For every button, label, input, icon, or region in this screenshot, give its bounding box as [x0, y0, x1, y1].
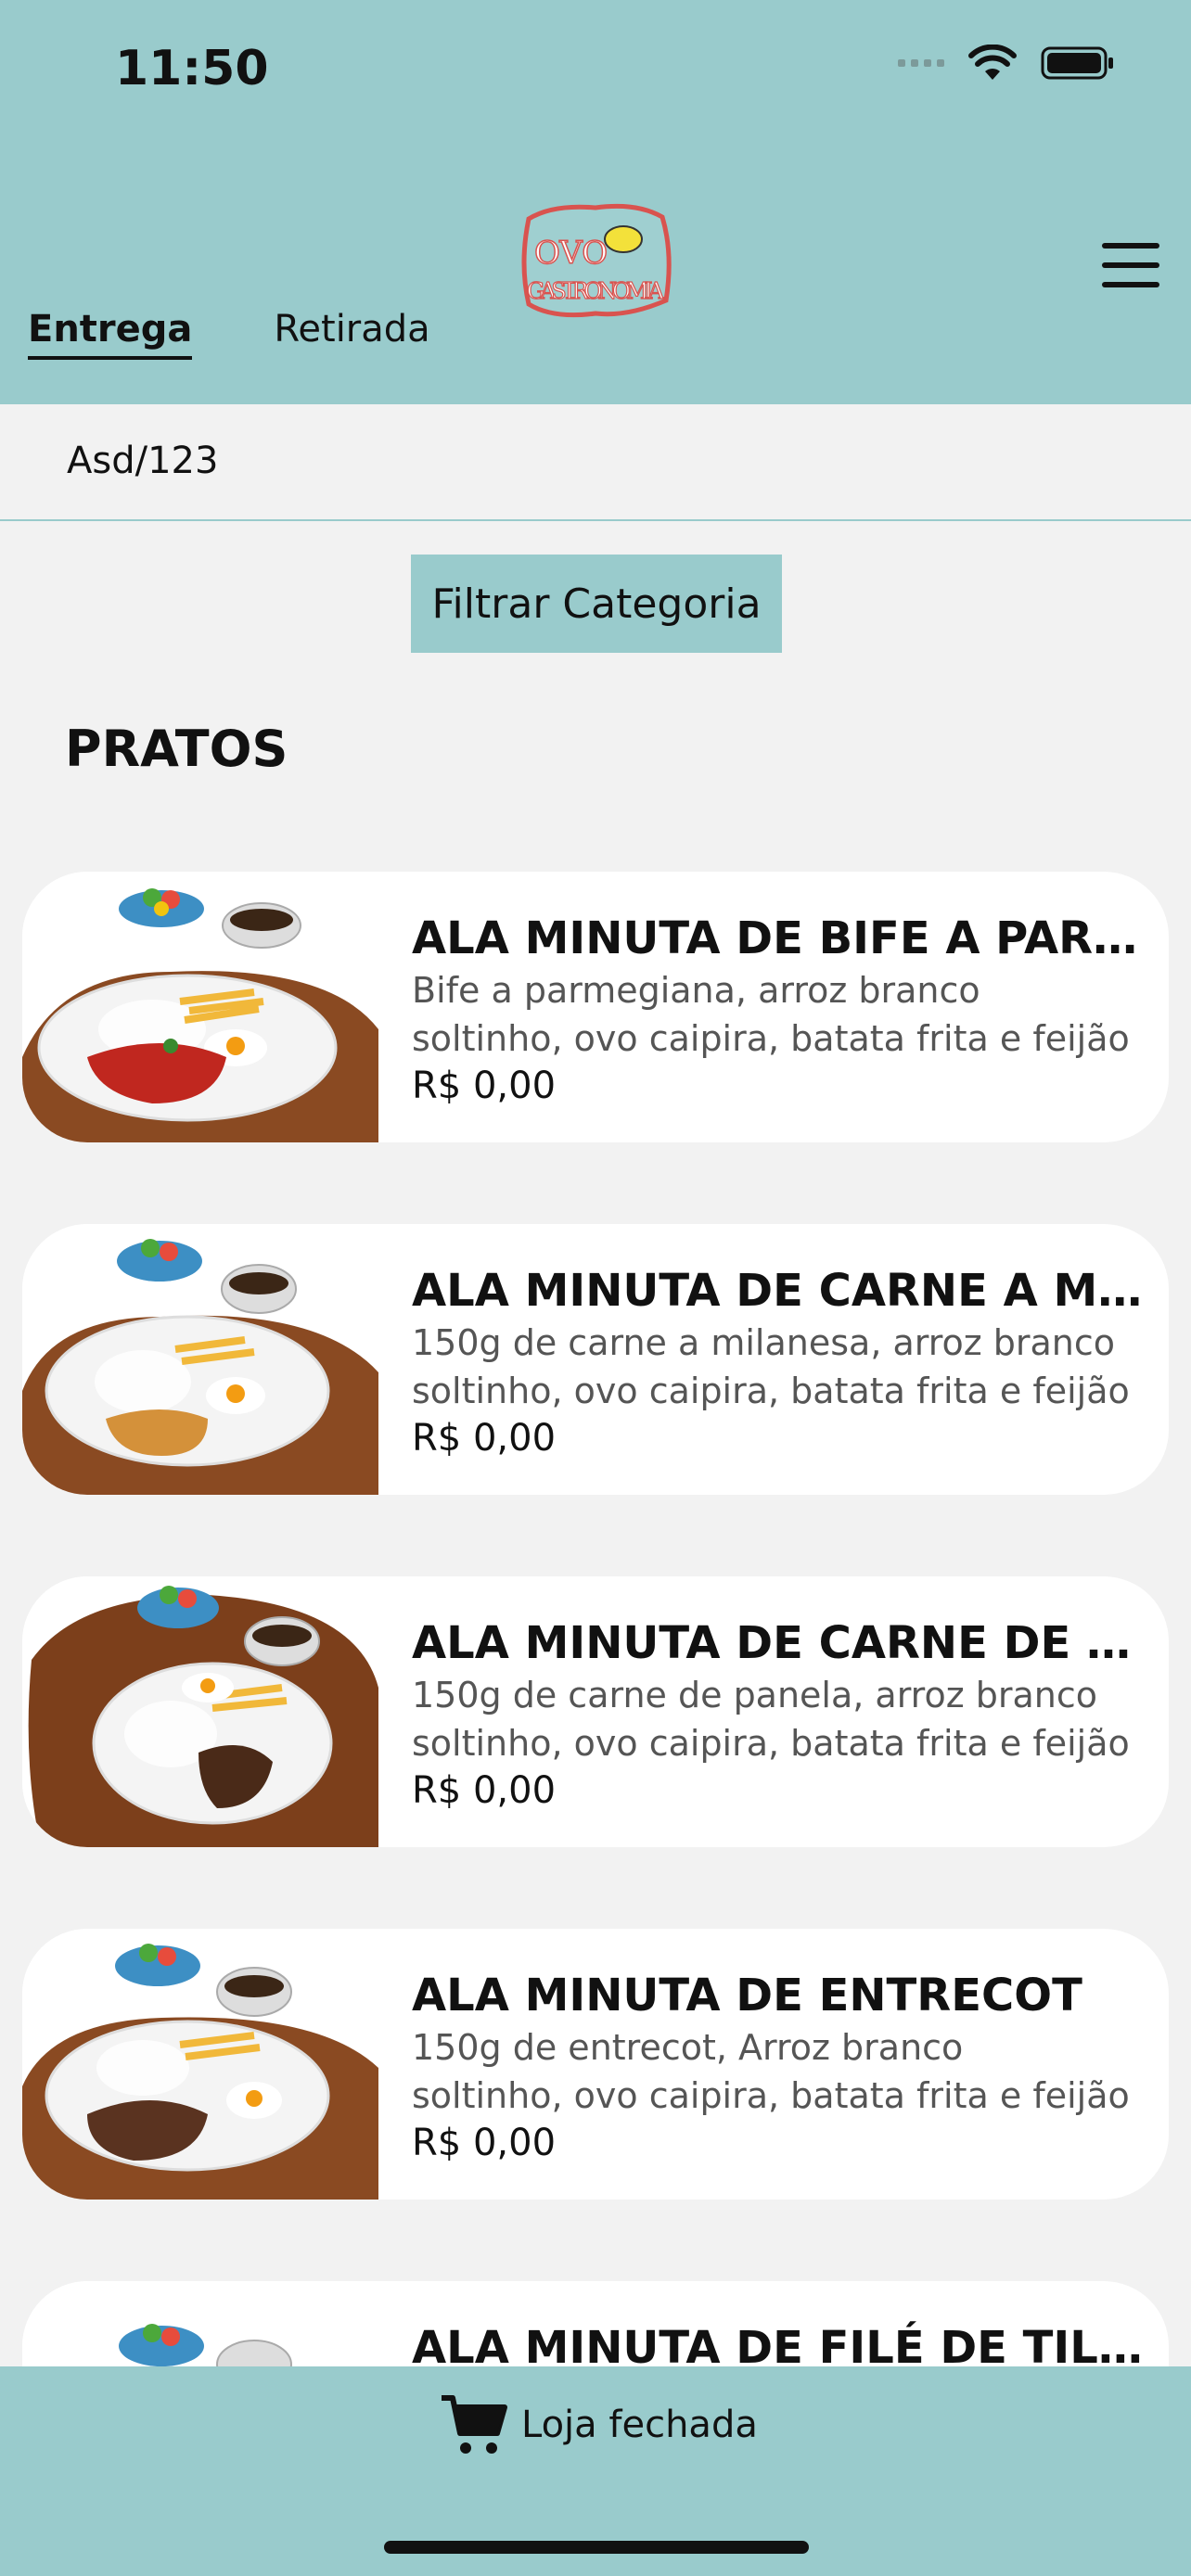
ovo-gastronomia-logo: OVO GASTRONOMIA [521, 203, 672, 318]
home-indicator [384, 2541, 809, 2554]
product-info: ALA MINUTA DE ENTRECOT 150g de entrecot,… [412, 1968, 1154, 2166]
product-card[interactable]: ALA MINUTA DE CARNE DE PANELA 150g de ca… [22, 1576, 1169, 1847]
product-price: R$ 0,00 [412, 2122, 557, 2164]
cart-icon [442, 2395, 507, 2454]
cart-label: Loja fechada [521, 2404, 758, 2446]
tab-retirada[interactable]: Retirada [274, 308, 429, 360]
svg-text:OVO: OVO [534, 235, 608, 272]
battery-icon [1041, 46, 1113, 80]
product-title: ALA MINUTA DE CARNE DE PANELA [412, 1617, 1145, 1669]
product-image [22, 1224, 378, 1495]
product-title: ALA MINUTA DE ENTRECOT [412, 1970, 1082, 2021]
section-title: PRATOS [65, 720, 288, 778]
wifi-icon [968, 45, 1017, 80]
product-description: 150g de carne a milanesa, arroz branco s… [412, 1322, 1130, 1411]
filter-category-button[interactable]: Filtrar Categoria [411, 555, 782, 653]
product-title: ALA MINUTA DE BIFE A PARMEGIANA [412, 912, 1145, 964]
svg-text:GASTRONOMIA: GASTRONOMIA [527, 278, 665, 304]
product-description: 150g de entrecot, Arroz branco soltinho,… [412, 2027, 1130, 2116]
product-price: R$ 0,00 [412, 1417, 557, 1460]
product-card[interactable]: ALA MINUTA DE ENTRECOT 150g de entrecot,… [22, 1929, 1169, 2200]
cart-button[interactable]: Loja fechada [440, 2392, 758, 2457]
product-info: ALA MINUTA DE BIFE A PARMEGIANA Bife a p… [412, 911, 1154, 1109]
delivery-tabs: Entrega Retirada [28, 308, 430, 360]
product-info: ALA MINUTA DE CARNE DE PANELA 150g de ca… [412, 1615, 1154, 1814]
product-price: R$ 0,00 [412, 1065, 557, 1107]
hamburger-icon[interactable] [1102, 243, 1159, 287]
product-price: R$ 0,00 [412, 1769, 557, 1812]
address-bar[interactable]: Asd/123 [0, 404, 1191, 521]
product-description: 150g de carne de panela, arroz branco so… [412, 1675, 1130, 1764]
product-card[interactable]: ALA MINUTA DE CARNE A MILANESA 150g de c… [22, 1224, 1169, 1495]
status-icons [898, 45, 1115, 82]
product-description: Bife a parmegiana, arroz branco soltinho… [412, 970, 1130, 1059]
signal-icon [898, 59, 944, 67]
product-card[interactable]: ALA MINUTA DE BIFE A PARMEGIANA Bife a p… [22, 872, 1169, 1142]
product-info: ALA MINUTA DE CARNE A MILANESA 150g de c… [412, 1263, 1154, 1461]
status-time: 11:50 [115, 41, 269, 96]
product-image [22, 872, 378, 1142]
app-header: 11:50 OVO GASTRONOMIA Entrega Retirada [0, 0, 1191, 404]
address-text: Asd/123 [67, 440, 219, 482]
product-image [22, 1576, 378, 1847]
product-image [22, 1929, 378, 2200]
product-title: ALA MINUTA DE CARNE A MILANESA [412, 1265, 1145, 1317]
tab-entrega[interactable]: Entrega [28, 308, 193, 360]
